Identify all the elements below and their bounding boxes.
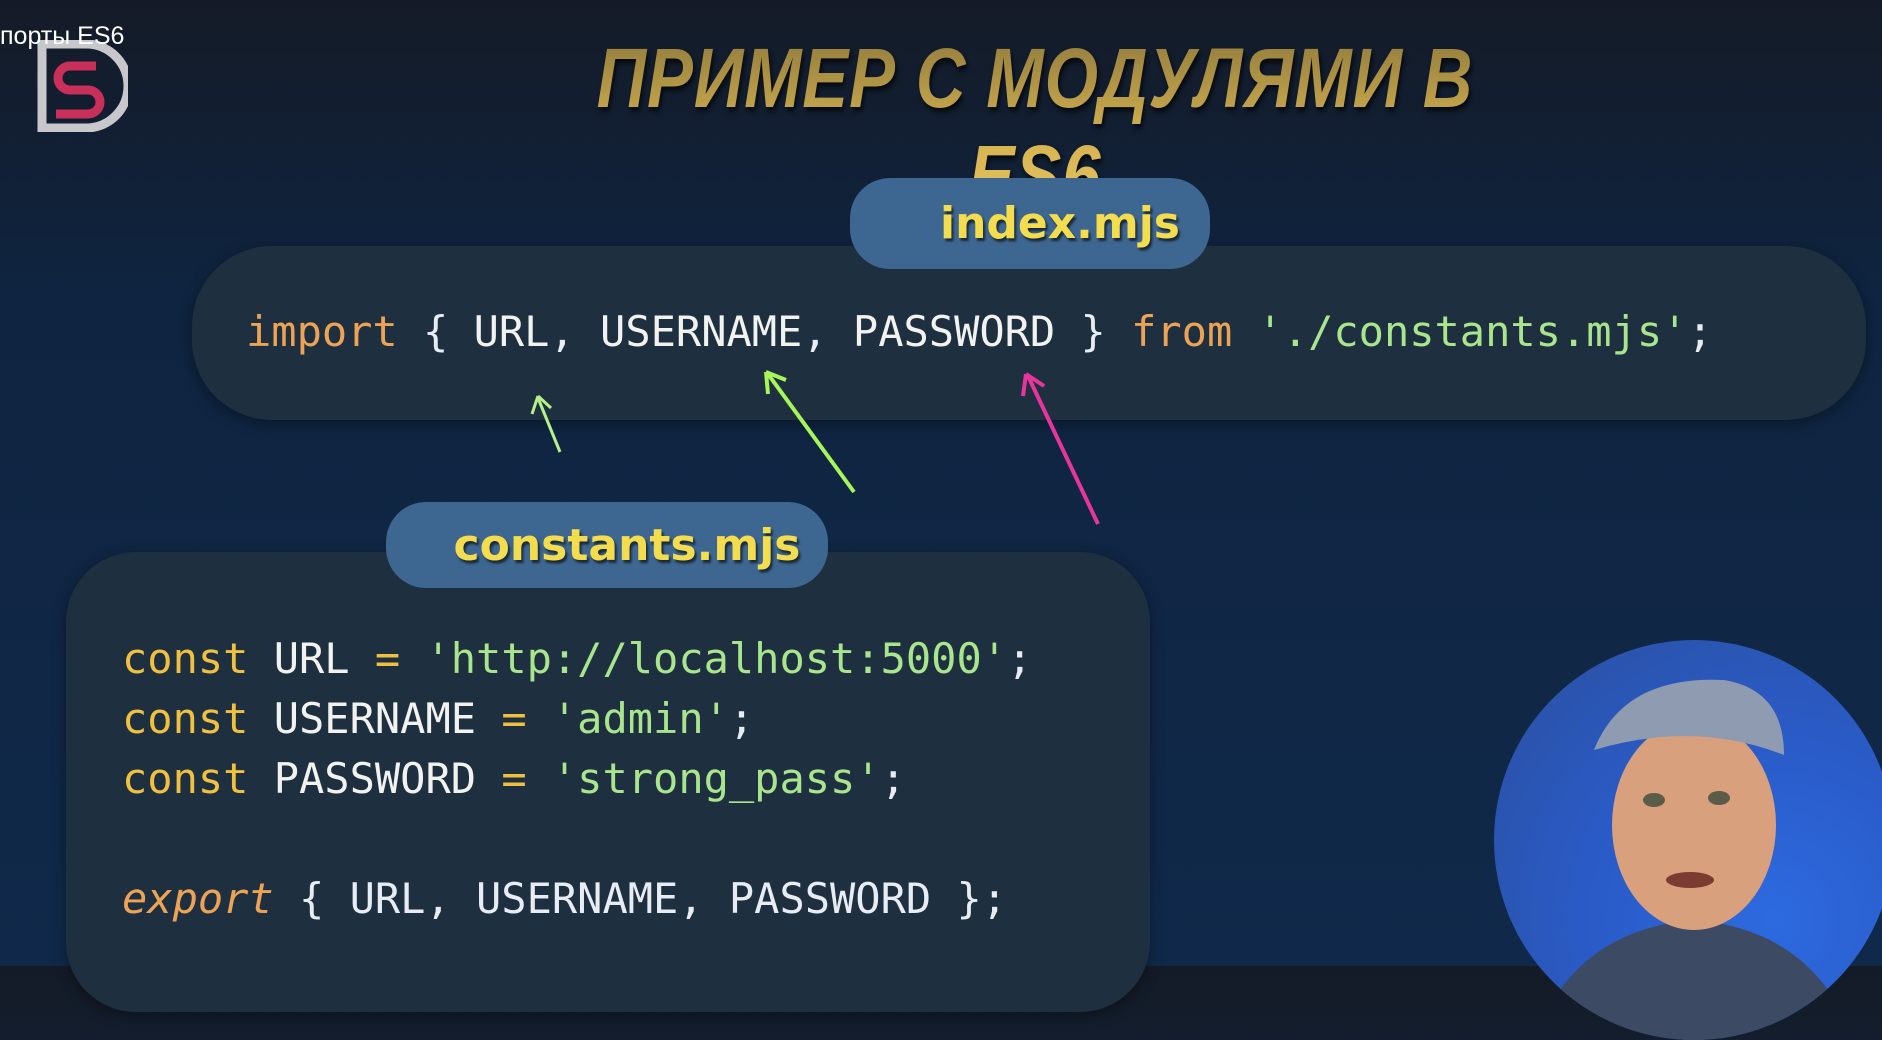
arrow-url [530,394,562,453]
arrow-password [1021,372,1100,525]
arrows [530,370,1100,525]
video-caption: порты ES6 [0,22,125,50]
arrow-username [764,370,856,494]
